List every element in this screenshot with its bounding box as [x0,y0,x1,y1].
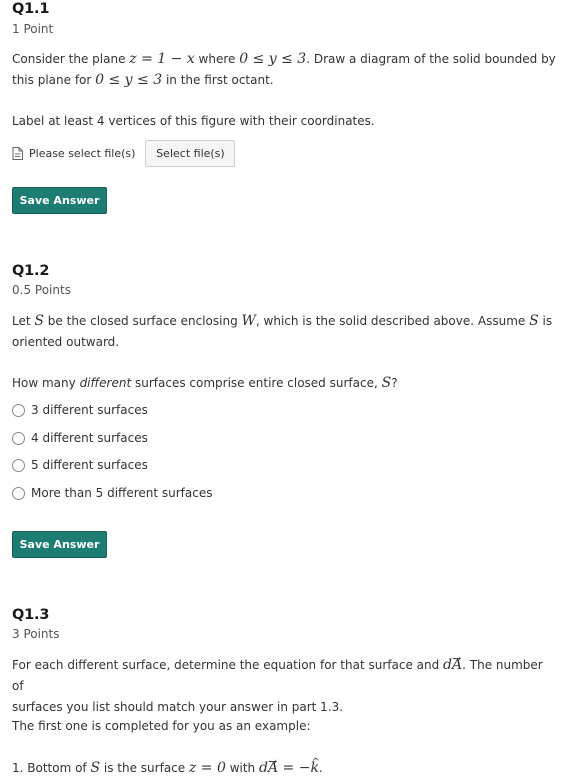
math-S: S [381,375,392,391]
math-dA-vector: dA → [443,652,463,673]
question-title: Q1.1 [12,1,50,17]
math-S: S [90,760,101,776]
option-label: 5 different surfaces [31,458,148,472]
answer-option[interactable]: 3 different surfaces [12,403,148,417]
math-k-hat: k ^ [310,757,320,776]
answer-option[interactable]: More than 5 different surfaces [12,486,212,500]
file-icon [12,147,23,160]
radio-button[interactable] [12,458,25,472]
question-instruction: Label at least 4 vertices of this figure… [12,114,375,128]
math-y-range: 0 ≤ y ≤ 3 [95,72,163,88]
math-S: S [529,313,539,329]
save-answer-button[interactable]: Save Answer [12,531,107,558]
answer-option[interactable]: 4 different surfaces [12,431,148,445]
math-dA-vector: dA → [258,755,279,776]
question-points: 0.5 Points [12,283,71,297]
answer-option[interactable]: 5 different surfaces [12,458,148,472]
example-answer: 1. Bottom of S is the surface z = 0 with… [12,755,323,776]
option-label: 3 different surfaces [31,403,148,417]
math-z-zero: z = 0 [188,760,226,776]
math-plane: z = 1 − x [129,51,195,67]
math-S: S [34,313,44,329]
option-label: More than 5 different surfaces [31,486,213,500]
question-prompt: Consider the plane z = 1 − x where 0 ≤ y… [12,51,556,88]
math-y-range: 0 ≤ y ≤ 3 [239,51,307,67]
question-prompt: For each different surface, determine th… [12,652,543,714]
option-label: 4 different surfaces [31,431,148,445]
file-upload-row: Please select file(s) Select file(s) [12,140,236,167]
question-points: 3 Points [12,627,60,641]
example-intro: The first one is completed for you as an… [12,719,311,733]
select-files-button[interactable]: Select file(s) [145,140,236,167]
question-title: Q1.3 [12,607,50,623]
save-answer-button[interactable]: Save Answer [12,187,107,214]
question-title: Q1.2 [12,263,50,279]
math-W: W [241,313,256,329]
radio-button[interactable] [12,431,25,445]
question-text: How many different surfaces comprise ent… [12,375,398,391]
radio-button[interactable] [12,486,25,500]
question-prompt: Let S be the closed surface enclosing W,… [12,313,553,349]
file-placeholder: Please select file(s) [29,147,136,160]
question-points: 1 Point [12,22,54,36]
radio-button[interactable] [12,403,25,417]
